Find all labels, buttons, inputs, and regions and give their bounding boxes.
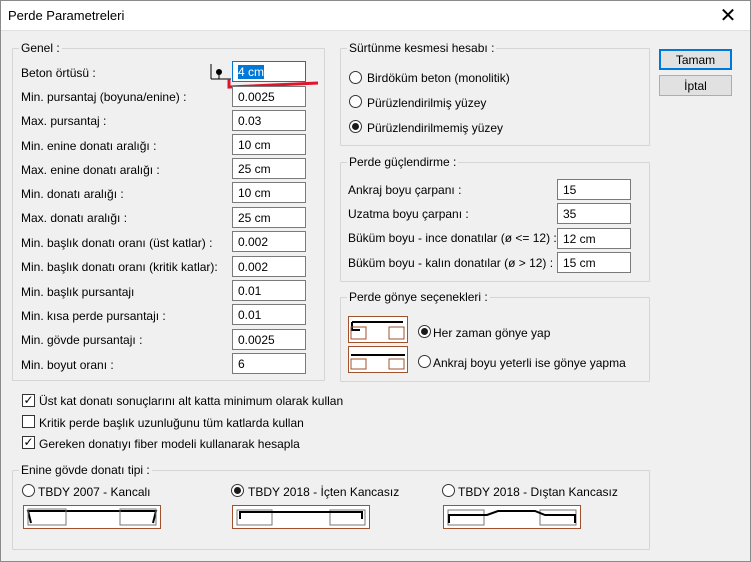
- ankraj-carpani-input[interactable]: 15: [557, 179, 631, 200]
- min-govde-label: Min. gövde pursantajı :: [21, 333, 143, 347]
- min-kisa-perde-input[interactable]: 0.01: [232, 304, 306, 325]
- max-donati-aralik-label: Max. donatı aralığı :: [21, 211, 128, 225]
- title-bar: Perde Parametreleri ✕: [0, 0, 751, 31]
- min-baslik-ust-label: Min. başlık donatı oranı (üst katlar) :: [21, 236, 213, 250]
- monolitik-label[interactable]: Birdöküm beton (monolitik): [367, 71, 510, 85]
- gonye-yap-diagram-icon: [348, 316, 408, 343]
- tbdy2007-radio[interactable]: [22, 484, 35, 497]
- uzatma-carpani-label: Uzatma boyu çarpanı :: [348, 207, 469, 221]
- gonye-yapma-label[interactable]: Ankraj boyu yeterli ise gönye yapma: [433, 356, 626, 370]
- monolitik-radio[interactable]: [349, 71, 362, 84]
- min-enine-aralik-label: Min. enine donatı aralığı :: [21, 139, 157, 153]
- puruzlendirilmemis-label[interactable]: Pürüzlendirilmemiş yüzey: [367, 121, 503, 135]
- tbdy2007-label[interactable]: TBDY 2007 - Kancalı: [38, 485, 151, 499]
- uzatma-carpani-input[interactable]: 35: [557, 203, 631, 224]
- guclendirme-legend: Perde güçlendirme :: [347, 155, 459, 169]
- tbdy2018-distan-radio[interactable]: [442, 484, 455, 497]
- puruzlendirilmis-radio[interactable]: [349, 95, 362, 108]
- tbdy2018-distan-label[interactable]: TBDY 2018 - Dıştan Kancasız: [458, 485, 618, 499]
- min-baslik-kritik-label: Min. başlık donatı oranı (kritik katlar)…: [21, 260, 218, 274]
- min-baslik-kritik-input[interactable]: 0.002: [232, 256, 306, 277]
- max-pursantaj-label: Max. pursantaj :: [21, 114, 107, 128]
- min-donati-aralik-label: Min. donatı aralığı :: [21, 187, 124, 201]
- min-pursantaj-label: Min. pursantaj (boyuna/enine) :: [21, 90, 187, 104]
- ust-kat-label[interactable]: Üst kat donatı sonuçlarını alt katta min…: [39, 394, 343, 408]
- genel-legend: Genel :: [19, 41, 62, 55]
- ust-kat-checkbox[interactable]: ✓: [22, 394, 35, 407]
- fiber-model-checkbox[interactable]: ✓: [22, 436, 35, 449]
- bukum-ince-label: Büküm boyu - ince donatılar (ø <= 12) :: [348, 231, 557, 245]
- gonye-yap-radio[interactable]: [418, 325, 431, 338]
- kritik-perde-label[interactable]: Kritik perde başlık uzunluğunu tüm katla…: [39, 416, 304, 430]
- close-icon[interactable]: ✕: [705, 0, 751, 31]
- bukum-kalin-label: Büküm boyu - kalın donatılar (ø > 12) :: [348, 256, 554, 270]
- puruzlendirilmis-label[interactable]: Pürüzlendirilmiş yüzey: [367, 96, 486, 110]
- min-donati-aralik-input[interactable]: 10 cm: [232, 182, 306, 203]
- tbdy2018-icten-label[interactable]: TBDY 2018 - İçten Kancasız: [248, 485, 399, 499]
- min-kisa-perde-label: Min. kısa perde pursantajı :: [21, 309, 166, 323]
- max-donati-aralik-input[interactable]: 25 cm: [232, 207, 306, 228]
- bukum-kalin-input[interactable]: 15 cm: [557, 252, 631, 273]
- max-enine-aralik-label: Max. enine donatı aralığı :: [21, 163, 160, 177]
- min-govde-input[interactable]: 0.0025: [232, 329, 306, 350]
- puruzlendirilmemis-radio[interactable]: [349, 120, 362, 133]
- tbdy2018-icten-diagram-icon: [232, 505, 370, 529]
- max-pursantaj-input[interactable]: 0.03: [232, 110, 306, 131]
- min-baslik-pursantaj-label: Min. başlık pursantajı: [21, 285, 135, 299]
- gonye-yap-label[interactable]: Her zaman gönye yap: [433, 326, 550, 340]
- min-baslik-ust-input[interactable]: 0.002: [232, 231, 306, 252]
- min-enine-aralik-input[interactable]: 10 cm: [232, 134, 306, 155]
- ok-button[interactable]: Tamam: [659, 49, 732, 70]
- tbdy2018-icten-radio[interactable]: [231, 484, 244, 497]
- min-pursantaj-input[interactable]: 0.0025: [232, 86, 306, 107]
- gonye-legend: Perde gönye seçenekleri :: [347, 290, 490, 304]
- tbdy2018-distan-diagram-icon: [443, 505, 581, 529]
- bukum-ince-input[interactable]: 12 cm: [557, 228, 631, 249]
- kritik-perde-checkbox[interactable]: [22, 415, 35, 428]
- ankraj-carpani-label: Ankraj boyu çarpanı :: [348, 183, 462, 197]
- window-title: Perde Parametreleri: [8, 8, 125, 23]
- enine-legend: Enine gövde donatı tipi :: [19, 463, 152, 477]
- surtunme-legend: Sürtünme kesmesi hesabı :: [347, 41, 497, 55]
- max-enine-aralik-input[interactable]: 25 cm: [232, 158, 306, 179]
- min-baslik-pursantaj-input[interactable]: 0.01: [232, 280, 306, 301]
- min-boyut-label: Min. boyut oranı :: [21, 358, 114, 372]
- cancel-button[interactable]: İptal: [659, 75, 732, 96]
- min-boyut-input[interactable]: 6: [232, 353, 306, 374]
- gonye-yapma-radio[interactable]: [418, 355, 431, 368]
- tbdy2007-diagram-icon: [23, 505, 161, 529]
- gonye-yapma-diagram-icon: [348, 346, 408, 373]
- fiber-model-label[interactable]: Gereken donatıyı fiber modeli kullanarak…: [39, 437, 300, 451]
- beton-ortusu-label: Beton örtüsü :: [21, 66, 96, 80]
